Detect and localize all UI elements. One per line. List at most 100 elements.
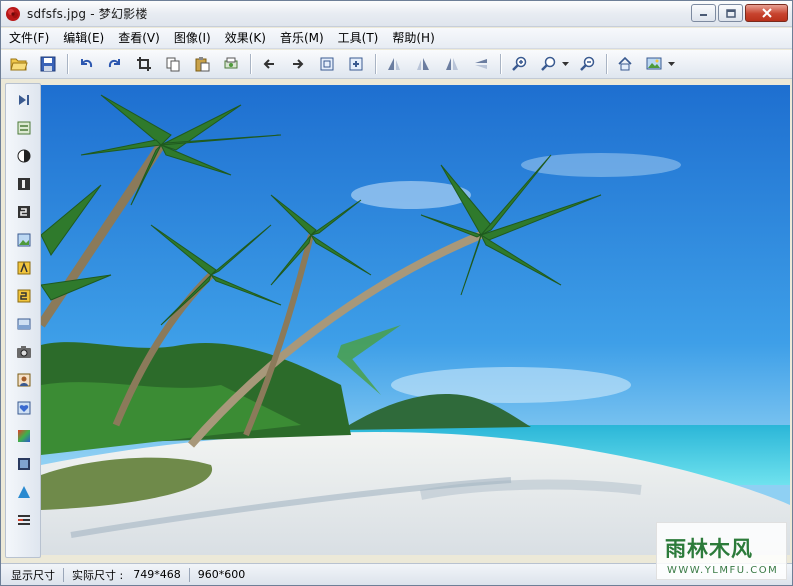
play-slideshow-icon [19,95,29,105]
main-toolbar [1,50,792,79]
flip-vertical-button[interactable] [469,52,493,76]
menu-edit[interactable]: 编辑(E) [55,28,110,49]
zoom-out-icon [580,56,595,71]
status-separator [188,567,190,582]
contrast-button[interactable] [14,146,34,166]
toolbar-separator [500,54,501,74]
rotate-left-icon [388,58,400,70]
menu-bar: 文件(F) 编辑(E) 查看(V) 图像(I) 效果(K) 音乐(M) 工具(T… [1,28,792,49]
adjust-icon [17,121,31,135]
rotate-right-button[interactable] [411,52,435,76]
menu-help[interactable]: 帮助(H) [384,28,440,49]
image-viewer[interactable] [41,85,790,555]
flip-horizontal-button[interactable] [440,52,464,76]
next-image-button[interactable] [286,52,310,76]
zoom-dropdown[interactable] [561,52,569,76]
flip-vertical-icon [475,59,487,69]
fit-window-button[interactable] [315,52,339,76]
frame-a-button[interactable] [14,258,34,278]
chevron-down-icon [561,62,569,66]
undo-icon [81,59,93,68]
print-button[interactable] [219,52,243,76]
frame-b-icon [17,289,31,303]
watermark-url: WWW.YLMFU.COM [667,565,779,576]
paste-button[interactable] [190,52,214,76]
screen-size-value: 960*600 [197,568,246,581]
minimize-icon [699,14,707,16]
actual-size-value: 749*468 [133,568,181,581]
chevron-down-icon [667,62,675,66]
triangle-button[interactable] [14,482,34,502]
toolbar-separator [250,54,251,74]
status-separator [63,567,64,582]
open-button[interactable] [7,52,31,76]
display-size-label: 显示尺寸 [11,568,55,582]
image-button[interactable] [14,230,34,250]
copy-button[interactable] [161,52,185,76]
camera-button[interactable] [14,342,34,362]
gradient-button[interactable] [14,426,34,446]
triangle-icon [18,486,30,498]
heart-frame-icon [17,401,31,415]
contrast-icon [17,149,31,163]
frame-b-button[interactable] [14,286,34,306]
list-button[interactable] [14,510,34,530]
previous-image-button[interactable] [257,52,281,76]
close-button[interactable] [745,4,788,22]
watermark-text: 雨林木风 [665,537,753,561]
maximize-button[interactable] [718,4,743,22]
wallpaper-button[interactable] [642,52,666,76]
panel-button[interactable] [14,314,34,334]
zoom-in-icon [512,56,527,71]
zoom-button[interactable] [536,52,560,76]
window-title: sdfsfs.jpg - 梦幻影楼 [27,7,148,21]
zoom-in-button[interactable] [507,52,531,76]
next-image-icon [293,59,304,69]
panel-icon [17,318,31,330]
actual-size-button[interactable] [344,52,368,76]
redo-button[interactable] [103,52,127,76]
heart-frame-button[interactable] [14,398,34,418]
title-bar[interactable]: sdfsfs.jpg - 梦幻影楼 [1,1,792,27]
beach-photo [41,85,790,555]
app-window: sdfsfs.jpg - 梦幻影楼 文件(F) 编辑(E) 查看(V) 图像(I… [0,0,793,586]
menu-view[interactable]: 查看(V) [110,28,166,49]
zoom-out-button[interactable] [575,52,599,76]
slideshow-button[interactable] [14,90,34,110]
minimize-button[interactable] [691,4,716,22]
red-rose-icon [5,6,21,22]
crop-icon [137,57,151,71]
menu-tools[interactable]: 工具(T) [330,28,385,49]
list-icon [18,515,30,525]
previous-image-icon [263,59,274,69]
zoom-icon [541,56,556,71]
wallpaper-dropdown[interactable] [667,52,675,76]
frame-a-icon [17,261,31,275]
adjust-button[interactable] [14,118,34,138]
print-icon [224,57,238,69]
page-2-icon [18,206,30,218]
actual-size-label: 实际尺寸 : [72,568,124,582]
menu-music[interactable]: 音乐(M) [272,28,330,49]
save-button[interactable] [36,52,60,76]
film-button[interactable] [14,454,34,474]
actual-size-icon [349,57,363,71]
menu-file[interactable]: 文件(F) [1,28,55,49]
flip-horizontal-icon [446,58,458,70]
rotate-left-button[interactable] [382,52,406,76]
portrait-button[interactable] [14,370,34,390]
menu-image[interactable]: 图像(I) [166,28,217,49]
undo-button[interactable] [74,52,98,76]
image-icon [17,233,31,247]
page-2-button[interactable] [14,202,34,222]
redo-icon [108,59,120,68]
page-1-button[interactable] [14,174,34,194]
home-icon [618,56,632,71]
paste-icon [195,57,210,72]
menu-effects[interactable]: 效果(K) [217,28,272,49]
crop-button[interactable] [132,52,156,76]
home-button[interactable] [613,52,637,76]
open-folder-icon [10,58,28,71]
gradient-icon [18,430,30,442]
fit-window-icon [320,57,334,71]
